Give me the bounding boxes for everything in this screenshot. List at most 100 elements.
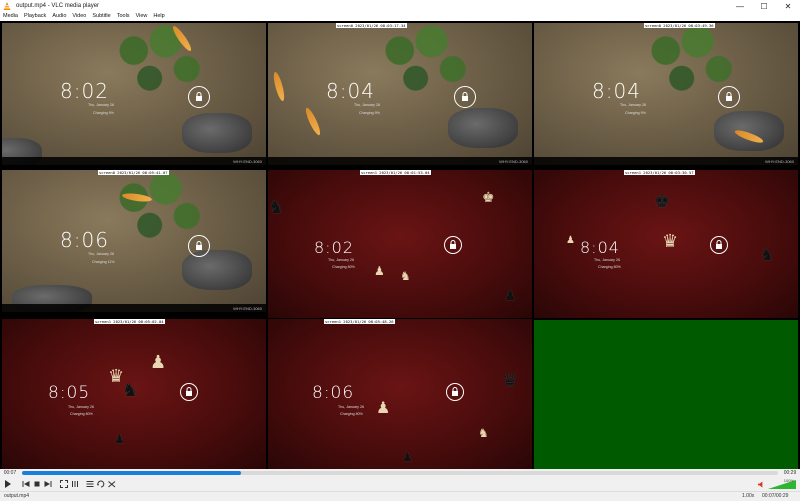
timestamp-label: screen1 2023/01/26 08:01:53.04: [360, 170, 431, 175]
lock-icon: [454, 86, 476, 108]
timestamp-label: screen0 2023/01/26 08:05:41.07: [98, 170, 169, 175]
timestamp-label: screen1 2023/01/26 08:03:30.57: [624, 170, 695, 175]
video-tile: screen1 2023/01/26 08:01:53.04 ♚ ♞ ♟ ♞ ♟…: [268, 170, 532, 318]
video-tile: 8:02 Thu, January 26 Charging 9% WHY:END…: [2, 23, 266, 165]
lock-clock: 8:04: [592, 79, 641, 103]
chess-pawn: ♟: [566, 235, 575, 246]
total-time: 00:29: [783, 470, 797, 476]
lock-clock: 8:04: [326, 79, 375, 103]
lock-date: Thu, January 26: [68, 405, 94, 409]
rock-decor: [182, 250, 252, 290]
loop-icon: [97, 480, 105, 488]
menu-subtitle[interactable]: Subtitle: [92, 12, 110, 21]
menu-media[interactable]: Media: [3, 12, 18, 21]
maximize-button[interactable]: ☐: [752, 0, 776, 12]
lock-icon: [180, 383, 198, 401]
next-button[interactable]: [42, 478, 54, 490]
lock-date: Thu, January 26: [594, 258, 620, 262]
video-tile: screen0 2023/01/26 08:05:41.07 8:06 Thu,…: [2, 170, 266, 312]
chess-pawn: ♟: [150, 352, 167, 372]
lock-clock: 8:06: [60, 228, 109, 252]
seek-bar[interactable]: [22, 471, 778, 475]
lock-icon: [710, 236, 728, 254]
status-mini: WHY:END-3060: [233, 159, 262, 164]
status-strip: WHY:END-3060: [534, 157, 798, 165]
lock-icon: [188, 86, 210, 108]
status-mini: WHY:END-3060: [765, 159, 794, 164]
chess-king: ♚: [654, 191, 671, 211]
chess-queen: ♛: [502, 370, 519, 390]
menu-audio[interactable]: Audio: [52, 12, 66, 21]
chess-pawn: ♟: [402, 450, 413, 464]
lock-charge: Charging 80%: [340, 412, 363, 416]
status-strip: WHY:END-3060: [268, 157, 532, 165]
timestamp-label: screen1 2023/01/26 08:05:48.26: [324, 319, 395, 324]
volume-percent: 100%: [783, 478, 794, 483]
rock-decor: [714, 111, 784, 151]
lock-date: Thu, January 26: [354, 103, 380, 107]
lock-charge: Charging 11%: [92, 260, 115, 264]
lock-charge: Charging 9%: [359, 111, 380, 115]
play-button[interactable]: [2, 478, 14, 490]
chess-king: ♚: [482, 189, 495, 205]
status-mini: WHY:END-3060: [233, 306, 262, 311]
timestamp-label: screen0 2023/01/26 08:03:17.34: [336, 23, 407, 28]
video-area[interactable]: 8:02 Thu, January 26 Charging 9% WHY:END…: [0, 21, 800, 469]
timestamp-label: screen1 2023/01/26 08:05:02.04: [94, 319, 165, 324]
video-tile: screen1 2023/01/26 08:05:02.04 ♛ ♟ ♞ ♟ 8…: [2, 319, 266, 469]
chess-knight: ♞: [478, 426, 489, 440]
volume-control[interactable]: 100%: [758, 478, 798, 489]
lock-clock: 8:04: [580, 238, 620, 257]
lock-clock: 8:06: [312, 383, 355, 403]
extended-settings-button[interactable]: [69, 478, 81, 490]
shuffle-icon: [108, 481, 116, 488]
control-bar: 100%: [0, 477, 800, 491]
lock-clock: 8:02: [314, 238, 354, 257]
seek-row: 00:07 00:29: [0, 469, 800, 477]
empty-green-tile: [534, 320, 798, 469]
koi-fish: [303, 106, 323, 137]
chess-pawn: ♟: [376, 400, 391, 417]
previous-icon: [22, 481, 30, 487]
lock-date: Thu, January 26: [88, 103, 114, 107]
chess-pawn: ♟: [504, 287, 517, 303]
rock-decor: [448, 108, 518, 148]
menu-view[interactable]: View: [136, 12, 148, 21]
window-title: output.mp4 - VLC media player: [16, 3, 100, 9]
stop-icon: [34, 481, 40, 487]
lock-charge: Charging 80%: [598, 265, 621, 269]
status-mini: WHY:END-3060: [499, 159, 528, 164]
speaker-icon[interactable]: [758, 481, 765, 488]
menu-help[interactable]: Help: [153, 12, 164, 21]
menu-bar: Media Playback Audio Video Subtitle Tool…: [0, 12, 800, 21]
shuffle-button[interactable]: [106, 478, 118, 490]
chess-knight: ♞: [122, 380, 139, 400]
lock-icon: [444, 236, 462, 254]
menu-playback[interactable]: Playback: [24, 12, 46, 21]
lock-charge: Charging 9%: [93, 111, 114, 115]
status-bar: output.mp4 1.00x 00:07/00:29: [0, 491, 800, 501]
lock-date: Thu, January 26: [88, 252, 114, 256]
playlist-icon: [86, 481, 94, 487]
title-bar: output.mp4 - VLC media player — ☐ ✕: [0, 0, 800, 12]
menu-tools[interactable]: Tools: [117, 12, 130, 21]
lock-clock: 8:05: [48, 383, 91, 403]
vlc-window: output.mp4 - VLC media player — ☐ ✕ Medi…: [0, 0, 800, 501]
chess-knight: ♞: [268, 197, 285, 217]
vlc-cone-icon: [3, 2, 11, 10]
koi-fish: [271, 71, 287, 102]
chess-knight: ♞: [400, 269, 411, 283]
lock-date: Thu, January 26: [338, 405, 364, 409]
chess-pawn: ♟: [114, 432, 125, 446]
seek-progress: [22, 471, 242, 475]
lock-clock: 8:02: [60, 79, 109, 103]
equalizer-icon: [72, 481, 78, 487]
status-strip: WHY:END-3060: [2, 304, 266, 312]
close-button[interactable]: ✕: [776, 0, 800, 12]
minimize-button[interactable]: —: [728, 0, 752, 12]
video-tile: screen0 2023/01/26 08:03:17.34 8:04 Thu,…: [268, 23, 532, 165]
timestamp-label: screen0 2023/01/26 08:03:49.36: [644, 23, 715, 28]
lock-icon: [188, 235, 210, 257]
playback-speed[interactable]: 1.00x: [742, 492, 754, 501]
menu-video[interactable]: Video: [72, 12, 86, 21]
